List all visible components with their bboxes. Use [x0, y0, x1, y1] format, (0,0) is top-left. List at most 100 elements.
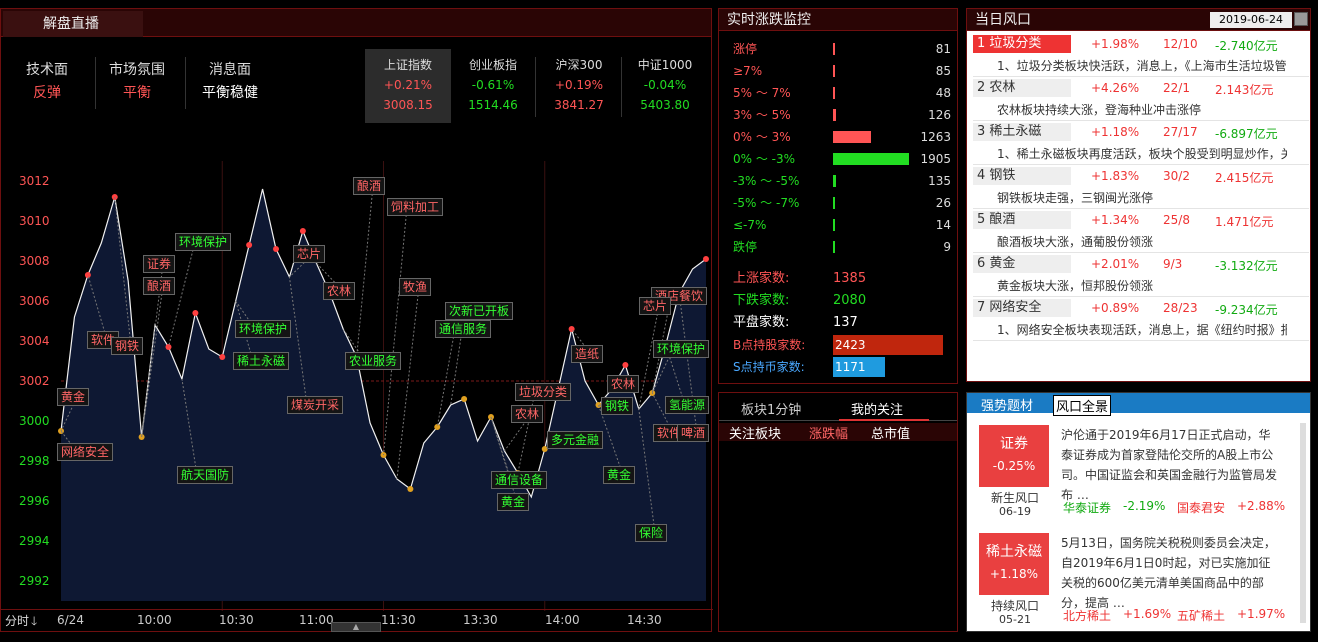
live-commentary-panel: 解盘直播 技术面 反弹 市场氛围 平衡 消息面 平衡稳健 上证指数 +0.21% 3008… — [0, 8, 713, 633]
sector-tag[interactable]: 氢能源 — [665, 396, 710, 414]
tab-live-commentary[interactable]: 解盘直播 — [3, 11, 143, 37]
range-label: ≥7% — [733, 64, 763, 78]
sector-tag[interactable]: 芯片 — [639, 297, 672, 315]
sector-tag[interactable]: 保险 — [635, 524, 668, 542]
sector-tag[interactable]: 垃圾分类 — [515, 383, 572, 401]
sector-tag[interactable]: 饲料加工 — [387, 198, 444, 216]
sector-tag[interactable]: 农林 — [511, 405, 544, 423]
stat-value: 1171 — [833, 357, 885, 377]
sector-name: 5 酿酒 — [973, 211, 1071, 229]
sector-tag[interactable]: 稀土永磁 — [233, 352, 290, 370]
range-label: ≤-7% — [733, 218, 767, 232]
hot-sector-item[interactable]: 3 稀土永磁 +1.18% 27/17 -6.897亿元 1、稀土永磁板块再度活跃，板块… — [973, 121, 1309, 165]
sector-tag[interactable]: 网络安全 — [57, 443, 114, 461]
tab-panorama[interactable]: 风口全景 — [1053, 395, 1112, 416]
sector-tag[interactable]: 酿酒 — [143, 277, 176, 295]
sector-tag[interactable]: 黄金 — [603, 466, 636, 484]
theme-card[interactable]: 稀土永磁 +1.18% 持续风口 05-21 5月13日，国务院关税税则委员会决定，自2… — [977, 525, 1297, 627]
sector-fund-flow: -3.132亿元 — [1215, 259, 1278, 273]
sector-tag[interactable]: 多元金融 — [547, 431, 604, 449]
x-tick-label: 13:30 — [463, 613, 498, 627]
sector-tag[interactable]: 黄金 — [497, 493, 530, 511]
sector-tag[interactable]: 钢铁 — [111, 337, 144, 355]
index-csi1000[interactable]: 中证1000 -0.04% 5403.80 — [625, 49, 705, 123]
range-count: 135 — [928, 174, 951, 188]
scrollbar[interactable] — [1300, 423, 1306, 623]
distribution-row: 0% ～ -3% 1905 — [733, 149, 951, 169]
hot-sector-item[interactable]: 2 农林 +4.26% 22/1 2.143亿元 农林板块持续大涨，登海种业冲击涨停 — [973, 77, 1309, 121]
sector-tag[interactable]: 农林 — [323, 282, 356, 300]
index-change: +0.21% — [383, 78, 433, 92]
hot-sector-item[interactable]: 1 垃圾分类 +1.98% 12/10 -2.740亿元 1、垃圾分类板块快活跃，消息上… — [973, 33, 1309, 77]
period-selector[interactable]: 分时 — [5, 612, 29, 629]
sector-tag[interactable]: 环境保护 — [653, 340, 710, 358]
sector-fund-flow: -2.740亿元 — [1215, 39, 1278, 53]
col-sector[interactable]: 关注板块 — [729, 423, 781, 442]
stock-change: -2.19% — [1123, 499, 1166, 513]
hot-sector-item[interactable]: 5 酿酒 +1.34% 25/8 1.471亿元 酿酒板块大涨，通葡股份领涨 — [973, 209, 1309, 253]
sector-tag[interactable]: 环境保护 — [175, 233, 232, 251]
sector-tag[interactable]: 农林 — [607, 375, 640, 393]
sector-tag[interactable]: 证券 — [143, 255, 176, 273]
y-tick-label: 3006 — [19, 294, 50, 308]
distribution-row: ≥7% 85 — [733, 61, 951, 81]
tag-connector — [383, 206, 408, 456]
col-change[interactable]: 涨跌幅 — [809, 423, 848, 442]
col-market-cap[interactable]: 总市值 — [871, 423, 910, 442]
theme-summary: 5月13日，国务院关税税则委员会决定，自2019年6月1日0时起，对已实施加征关… — [1061, 536, 1276, 610]
sector-tag[interactable]: 次新已开板 — [445, 302, 514, 320]
index-change: -0.61% — [471, 78, 515, 92]
stock-name[interactable]: 北方稀土 — [1063, 607, 1111, 624]
collapse-handle[interactable]: ▲ — [331, 622, 381, 632]
index-chinext[interactable]: 创业板指 -0.61% 1514.46 — [453, 49, 533, 123]
range-label: 5% ～ 7% — [733, 86, 791, 100]
hot-sector-item[interactable]: 4 钢铁 +1.83% 30/2 2.415亿元 钢铁板块走强，三钢闽光涨停 — [973, 165, 1309, 209]
distribution-bar — [833, 153, 909, 165]
hot-sector-item[interactable]: 6 黄金 +2.01% 9/3 -3.132亿元 黄金板块大涨，恒邦股份领涨 — [973, 253, 1309, 297]
sector-tag[interactable]: 芯片 — [293, 245, 326, 263]
range-label: 涨停 — [733, 42, 758, 56]
tab-sector-1min[interactable]: 板块1分钟 — [741, 399, 801, 418]
realtime-monitor-panel: 实时涨跌监控 涨停 81 ≥7% 85 5% ～ 7% 48 3% ～ 5% 126 0% ～ … — [718, 8, 958, 384]
index-name: 中证1000 — [637, 58, 693, 72]
price-point — [407, 486, 414, 492]
sector-tag[interactable]: 酿酒 — [353, 177, 386, 195]
sector-tag[interactable]: 煤炭开采 — [287, 396, 344, 414]
range-count: 85 — [935, 64, 951, 78]
date-picker[interactable]: 2019-06-24 — [1210, 12, 1292, 28]
sector-name: 1 垃圾分类 — [973, 35, 1071, 53]
sector-description: 黄金板块大涨，恒邦股份领涨 — [997, 279, 1154, 293]
panel-title: 实时涨跌监控 — [719, 9, 957, 31]
hot-sector-item[interactable]: 7 网络安全 +0.89% 28/23 -9.234亿元 1、网络安全板块表现活跃，消息… — [973, 297, 1309, 341]
sector-watch-panel: 板块1分钟 我的关注 关注板块 涨跌幅 总市值 — [718, 392, 958, 632]
sector-tag[interactable]: 通信设备 — [491, 471, 548, 489]
theme-card[interactable]: 证券 -0.25% 新生风口 06-19 沪伦通于2019年6月17日正式启动，华泰证券… — [977, 417, 1297, 519]
stock-name[interactable]: 五矿稀土 — [1177, 607, 1225, 624]
tab-strong-theme[interactable]: 强势题材 — [981, 395, 1033, 414]
sector-tag[interactable]: 钢铁 — [601, 397, 634, 415]
sector-tag[interactable]: 环境保护 — [235, 320, 292, 338]
sector-description: 1、网络安全板块表现活跃，消息上，据《纽约时报》报… — [997, 323, 1287, 337]
sector-tag[interactable]: 航天国防 — [177, 466, 234, 484]
arrow-down-icon[interactable]: 🡓 — [31, 612, 37, 633]
stock-name[interactable]: 华泰证券 — [1063, 499, 1111, 516]
stat-label: B点持股家数: — [733, 338, 806, 352]
stock-change: +2.88% — [1237, 499, 1286, 513]
stock-name[interactable]: 国泰君安 — [1177, 499, 1225, 516]
range-count: 126 — [928, 108, 951, 122]
sector-tag[interactable]: 造纸 — [571, 345, 604, 363]
sector-up-down-count: 12/10 — [1163, 37, 1198, 51]
sector-tag[interactable]: 农业服务 — [345, 352, 402, 370]
y-tick-label: 3000 — [19, 414, 50, 428]
sector-tag[interactable]: 牧渔 — [399, 278, 432, 296]
x-tick-label: 14:30 — [627, 613, 662, 627]
calendar-icon[interactable] — [1294, 12, 1308, 26]
sector-tag[interactable]: 黄金 — [57, 388, 90, 406]
theme-name: 证券 — [1000, 436, 1028, 452]
y-tick-label: 3012 — [19, 174, 50, 188]
index-shanghai[interactable]: 上证指数 +0.21% 3008.15 — [365, 49, 451, 123]
sector-tag[interactable]: 通信服务 — [435, 320, 492, 338]
index-csi300[interactable]: 沪深300 +0.19% 3841.27 — [539, 49, 619, 123]
sector-tag[interactable]: 啤酒 — [677, 424, 710, 442]
tab-my-watchlist[interactable]: 我的关注 — [851, 399, 903, 418]
